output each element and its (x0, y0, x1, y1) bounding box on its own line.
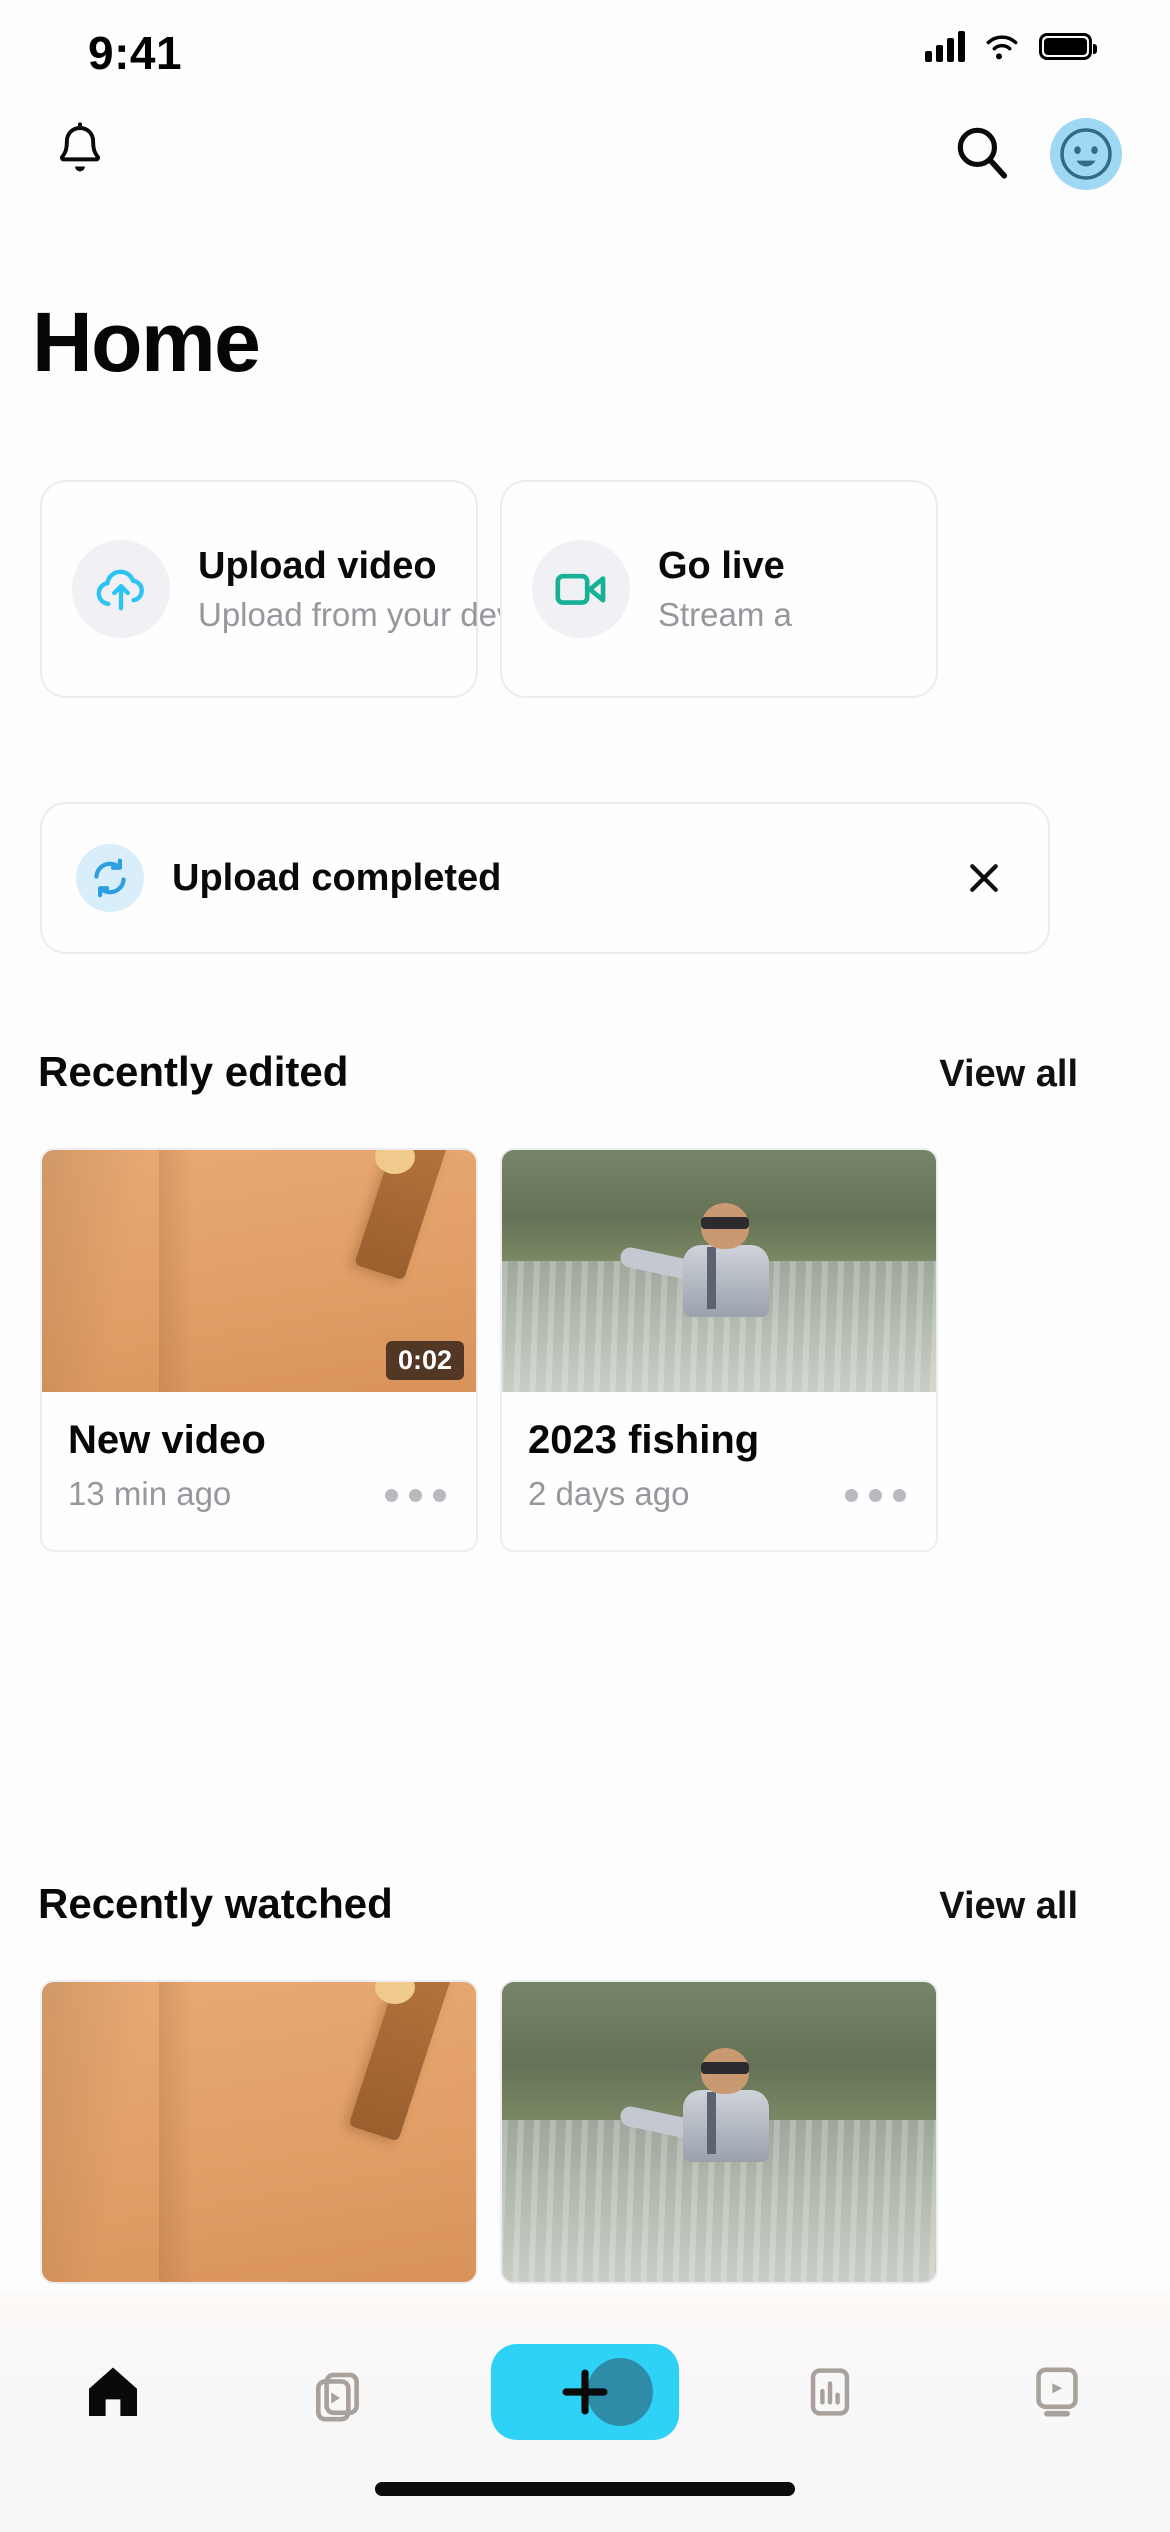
upload-status-text: Upload completed (172, 856, 502, 899)
go-live-title: Go live (658, 544, 785, 587)
recently-edited-header: Recently edited View all (38, 1048, 1132, 1096)
go-live-card[interactable]: Go live Stream a (500, 480, 938, 698)
avatar[interactable] (1050, 118, 1122, 190)
video-thumbnail[interactable] (502, 1150, 936, 1392)
status-bar: 9:41 (0, 0, 1170, 96)
video-thumbnail[interactable]: 0:02 (42, 1150, 476, 1392)
monitor-play-icon (1035, 2367, 1078, 2417)
view-all-recently-watched[interactable]: View all (939, 1885, 1132, 1928)
bell-icon (60, 122, 100, 172)
plus-icon (562, 2369, 608, 2415)
upload-status-banner: Upload completed (40, 802, 1050, 954)
upload-video-subtitle: Upload from your device (198, 595, 556, 633)
video-thumbnail[interactable] (502, 1982, 936, 2282)
cellular-signal-icon (925, 30, 965, 62)
section-title: Recently watched (38, 1880, 393, 1927)
bottom-tab-bar (0, 2292, 1170, 2532)
home-indicator (375, 2482, 795, 2496)
recently-watched-header: Recently watched View all (38, 1880, 1132, 1928)
close-icon (970, 864, 998, 892)
upload-video-title: Upload video (198, 544, 437, 587)
video-card[interactable] (500, 1980, 938, 2284)
app-screen: 9:41 Home Upload video Upload from your … (0, 0, 1170, 2532)
section-title: Recently edited (38, 1048, 349, 1095)
action-card-list[interactable]: Upload video Upload from your device Go … (40, 480, 938, 698)
wifi-icon (986, 35, 1018, 60)
header-actions (950, 118, 1122, 190)
app-header (0, 96, 1170, 204)
tab-screen[interactable] (982, 2344, 1132, 2440)
video-card[interactable]: 0:02 New video 13 min ago (40, 1148, 478, 1552)
upload-video-card[interactable]: Upload video Upload from your device (40, 480, 556, 698)
status-bar-indicators (925, 30, 1097, 62)
video-thumbnail[interactable] (42, 1982, 476, 2282)
avatar-smiley-icon (1060, 128, 1112, 180)
more-options-icon[interactable] (385, 1489, 446, 1502)
more-options-icon[interactable] (845, 1489, 906, 1502)
battery-icon (1039, 32, 1097, 60)
status-bar-time: 9:41 (88, 27, 183, 79)
video-card[interactable]: 2023 fishing 2 days ago (500, 1148, 938, 1552)
video-camera-icon (532, 540, 630, 638)
recently-watched-row[interactable] (40, 1980, 938, 2284)
sync-refresh-icon (76, 844, 144, 912)
video-title: New video (68, 1418, 266, 1462)
video-title: 2023 fishing (528, 1418, 760, 1462)
go-live-subtitle: Stream a (658, 595, 792, 633)
video-library-icon (315, 2372, 359, 2422)
view-all-recently-edited[interactable]: View all (939, 1053, 1132, 1096)
recently-edited-row[interactable]: 0:02 New video 13 min ago 2023 fishing 2… (40, 1148, 938, 1552)
dismiss-banner-button[interactable] (954, 848, 1014, 908)
search-button[interactable] (950, 121, 1012, 188)
video-card[interactable] (40, 1980, 478, 2284)
cloud-upload-icon (72, 540, 170, 638)
notifications-button[interactable] (52, 122, 108, 187)
tab-analytics[interactable] (755, 2344, 905, 2440)
home-icon (89, 2367, 138, 2416)
tab-home[interactable] (38, 2344, 188, 2440)
tab-create[interactable] (490, 2344, 679, 2440)
search-icon (957, 127, 1008, 179)
bar-chart-icon (811, 2368, 850, 2416)
tab-library[interactable] (265, 2344, 415, 2440)
video-duration-badge: 0:02 (385, 1341, 464, 1380)
page-title: Home (32, 295, 261, 389)
